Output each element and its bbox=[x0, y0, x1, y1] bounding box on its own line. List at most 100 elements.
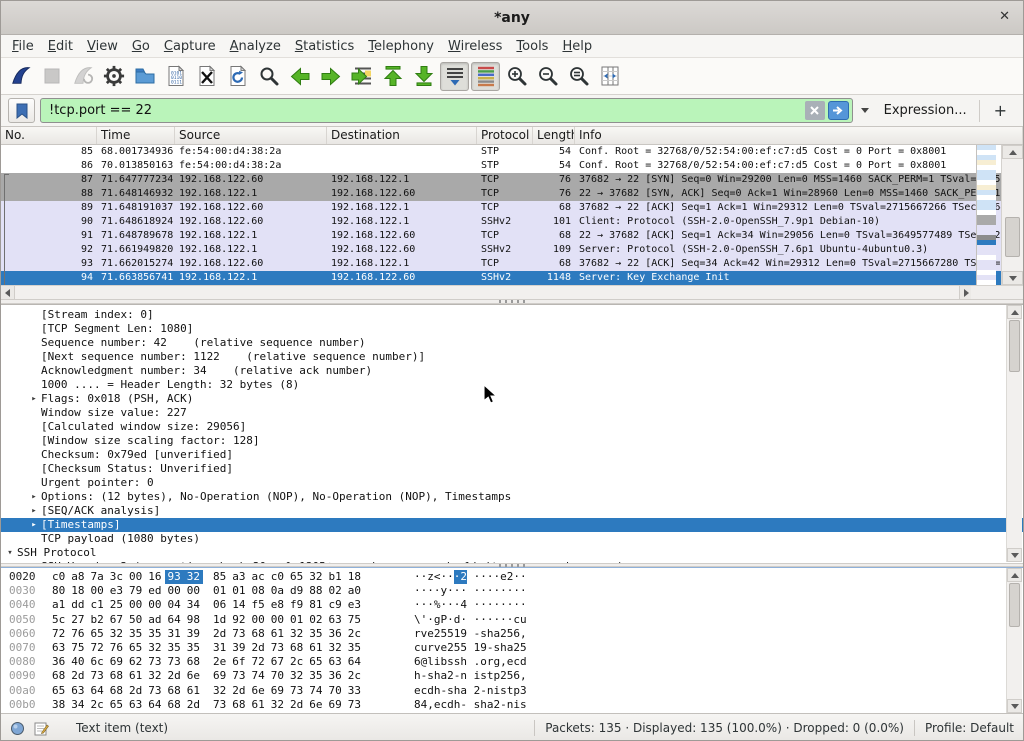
detail-line[interactable]: Sequence number: 42 (relative sequence n… bbox=[1, 336, 1023, 350]
column-header[interactable]: Info bbox=[575, 127, 1023, 144]
hex-ascii[interactable]: 6@libssh .org,ecd bbox=[414, 655, 527, 669]
save-file-button[interactable]: 010101100111 bbox=[161, 62, 190, 91]
hex-row[interactable]: 0030 801800e379ed00000101080ad98802a0 ··… bbox=[1, 584, 1023, 598]
detail-line[interactable]: Window size value: 227 bbox=[1, 406, 1023, 420]
go-last-button[interactable] bbox=[409, 62, 438, 91]
detail-line[interactable]: 1000 .... = Header Length: 32 bytes (8) bbox=[1, 378, 1023, 392]
expander-icon[interactable]: ▸ bbox=[27, 392, 41, 406]
menu-file[interactable]: File bbox=[5, 37, 41, 56]
detail-line[interactable]: [Calculated window size: 29056] bbox=[1, 420, 1023, 434]
capture-comment-icon[interactable] bbox=[34, 721, 49, 736]
hex-vscrollbar[interactable] bbox=[1006, 568, 1022, 713]
scroll-thumb[interactable] bbox=[1009, 320, 1020, 372]
detail-line[interactable]: [Stream index: 0] bbox=[1, 308, 1023, 322]
hex-bytes[interactable]: 801800e379ed00000101080ad98802a0 bbox=[43, 584, 364, 598]
packet-row[interactable]: 94 71.663856741 192.168.122.1 192.168.12… bbox=[1, 271, 1023, 285]
packet-list-vscrollbar[interactable] bbox=[1001, 145, 1023, 285]
filter-apply-button[interactable] bbox=[828, 101, 849, 120]
add-filter-button[interactable]: + bbox=[985, 101, 1016, 120]
hex-row[interactable]: 00a0 656364682d736861322d6e6973747033 ec… bbox=[1, 684, 1023, 698]
go-forward-button[interactable] bbox=[316, 62, 345, 91]
hex-ascii[interactable]: rve25519 -sha256, bbox=[414, 627, 527, 641]
filter-history-dropdown[interactable] bbox=[861, 108, 869, 113]
column-header[interactable]: Length bbox=[533, 127, 575, 144]
close-file-button[interactable] bbox=[192, 62, 221, 91]
column-header[interactable]: Protocol bbox=[477, 127, 533, 144]
find-packet-button[interactable] bbox=[254, 62, 283, 91]
hex-ascii[interactable]: ··z<···2 ····e2·· bbox=[414, 570, 527, 584]
scroll-down-icon[interactable] bbox=[1007, 699, 1022, 713]
hex-bytes[interactable]: 656364682d736861322d6e6973747033 bbox=[43, 684, 364, 698]
go-first-button[interactable] bbox=[378, 62, 407, 91]
detail-line[interactable]: Acknowledgment number: 34 (relative ack … bbox=[1, 364, 1023, 378]
hex-bytes[interactable]: 38342c656364682d736861322d6e6973 bbox=[43, 698, 364, 712]
menu-go[interactable]: Go bbox=[125, 37, 157, 56]
menu-view[interactable]: View bbox=[80, 37, 125, 56]
scroll-down-icon[interactable] bbox=[1002, 271, 1023, 285]
go-to-packet-button[interactable] bbox=[347, 62, 376, 91]
hex-row[interactable]: 0050 5c27b26750ad64981d92000001026375 \'… bbox=[1, 613, 1023, 627]
hex-bytes[interactable]: 36406c69627373682e6f72672c656364 bbox=[43, 655, 364, 669]
hex-row[interactable]: 0080 36406c69627373682e6f72672c656364 6@… bbox=[1, 655, 1023, 669]
hex-bytes[interactable]: 5c27b26750ad64981d92000001026375 bbox=[43, 613, 364, 627]
packet-list-hscrollbar[interactable] bbox=[1, 285, 973, 299]
expander-icon[interactable]: ▸ bbox=[27, 504, 41, 518]
packet-row[interactable]: 92 71.661949820 192.168.122.1 192.168.12… bbox=[1, 243, 1023, 257]
detail-line[interactable]: TCP payload (1080 bytes) bbox=[1, 532, 1023, 546]
display-filter-input[interactable] bbox=[40, 98, 853, 123]
menu-analyze[interactable]: Analyze bbox=[223, 37, 288, 56]
hex-row[interactable]: 0040 a1ddc125000004340614f5e8f981c9e3 ··… bbox=[1, 598, 1023, 612]
hex-ascii[interactable]: ecdh-sha 2-nistp3 bbox=[414, 684, 527, 698]
menu-wireless[interactable]: Wireless bbox=[441, 37, 509, 56]
scroll-thumb[interactable] bbox=[1009, 583, 1020, 627]
detail-line[interactable]: [Checksum Status: Unverified] bbox=[1, 462, 1023, 476]
zoom-out-button[interactable] bbox=[533, 62, 562, 91]
column-header[interactable]: Destination bbox=[327, 127, 477, 144]
column-header[interactable]: Source bbox=[175, 127, 327, 144]
hex-row[interactable]: 00b0 38342c656364682d736861322d6e6973 84… bbox=[1, 698, 1023, 712]
scroll-up-icon[interactable] bbox=[1007, 305, 1022, 319]
menu-help[interactable]: Help bbox=[555, 37, 599, 56]
open-file-button[interactable] bbox=[130, 62, 159, 91]
hex-ascii[interactable]: curve255 19-sha25 bbox=[414, 641, 527, 655]
detail-line[interactable]: Urgent pointer: 0 bbox=[1, 476, 1023, 490]
hex-bytes[interactable]: 72766532353531392d7368613235362c bbox=[43, 627, 364, 641]
hex-row[interactable]: 0070 637572766532353531392d7368613235 cu… bbox=[1, 641, 1023, 655]
titlebar[interactable]: *any ✕ bbox=[1, 1, 1023, 35]
expander-icon[interactable]: ▾ bbox=[3, 546, 17, 560]
hex-ascii[interactable]: \'·gP·d· ······cu bbox=[414, 613, 527, 627]
packet-row[interactable]: 93 71.662015274 192.168.122.60 192.168.1… bbox=[1, 257, 1023, 271]
menu-statistics[interactable]: Statistics bbox=[288, 37, 361, 56]
menu-edit[interactable]: Edit bbox=[41, 37, 80, 56]
detail-line[interactable]: ▸Options: (12 bytes), No-Operation (NOP)… bbox=[1, 490, 1023, 504]
expression-button[interactable]: Expression... bbox=[877, 103, 974, 118]
packet-row[interactable]: 91 71.648789678 192.168.122.1 192.168.12… bbox=[1, 229, 1023, 243]
resize-columns-button[interactable] bbox=[595, 62, 624, 91]
restart-capture-button[interactable] bbox=[68, 62, 97, 91]
zoom-100-button[interactable] bbox=[564, 62, 593, 91]
packet-row[interactable]: 85 68.001734936 fe:54:00:d4:38:2a STP 54… bbox=[1, 145, 1023, 159]
packet-row[interactable]: 86 70.013850163 fe:54:00:d4:38:2a STP 54… bbox=[1, 159, 1023, 173]
hex-bytes[interactable]: c0a87a3c0016933285a3acc06532b118 bbox=[43, 570, 364, 584]
column-header[interactable]: Time bbox=[97, 127, 175, 144]
menu-capture[interactable]: Capture bbox=[157, 37, 223, 56]
scroll-up-icon[interactable] bbox=[1007, 568, 1022, 582]
detail-line[interactable]: ▾SSH Protocol bbox=[1, 546, 1023, 560]
go-back-button[interactable] bbox=[285, 62, 314, 91]
menu-telephony[interactable]: Telephony bbox=[361, 37, 441, 56]
close-icon[interactable]: ✕ bbox=[999, 10, 1010, 23]
packet-row[interactable]: 89 71.648191037 192.168.122.60 192.168.1… bbox=[1, 201, 1023, 215]
expert-info-icon[interactable] bbox=[10, 721, 25, 736]
packet-row[interactable]: 90 71.648618924 192.168.122.60 192.168.1… bbox=[1, 215, 1023, 229]
menu-tools[interactable]: Tools bbox=[509, 37, 555, 56]
detail-line[interactable]: ▸[SEQ/ACK analysis] bbox=[1, 504, 1023, 518]
start-capture-button[interactable] bbox=[6, 62, 35, 91]
zoom-in-button[interactable] bbox=[502, 62, 531, 91]
hex-row[interactable]: 0090 682d736861322d6e697374703235362c h-… bbox=[1, 669, 1023, 683]
stop-capture-button[interactable] bbox=[37, 62, 66, 91]
expander-icon[interactable]: ▸ bbox=[27, 518, 41, 532]
detail-line[interactable]: ▸Flags: 0x018 (PSH, ACK) bbox=[1, 392, 1023, 406]
detail-line[interactable]: [Window size scaling factor: 128] bbox=[1, 434, 1023, 448]
expander-icon[interactable]: ▸ bbox=[27, 490, 41, 504]
intelligent-scrollbar-minimap[interactable] bbox=[976, 145, 996, 285]
